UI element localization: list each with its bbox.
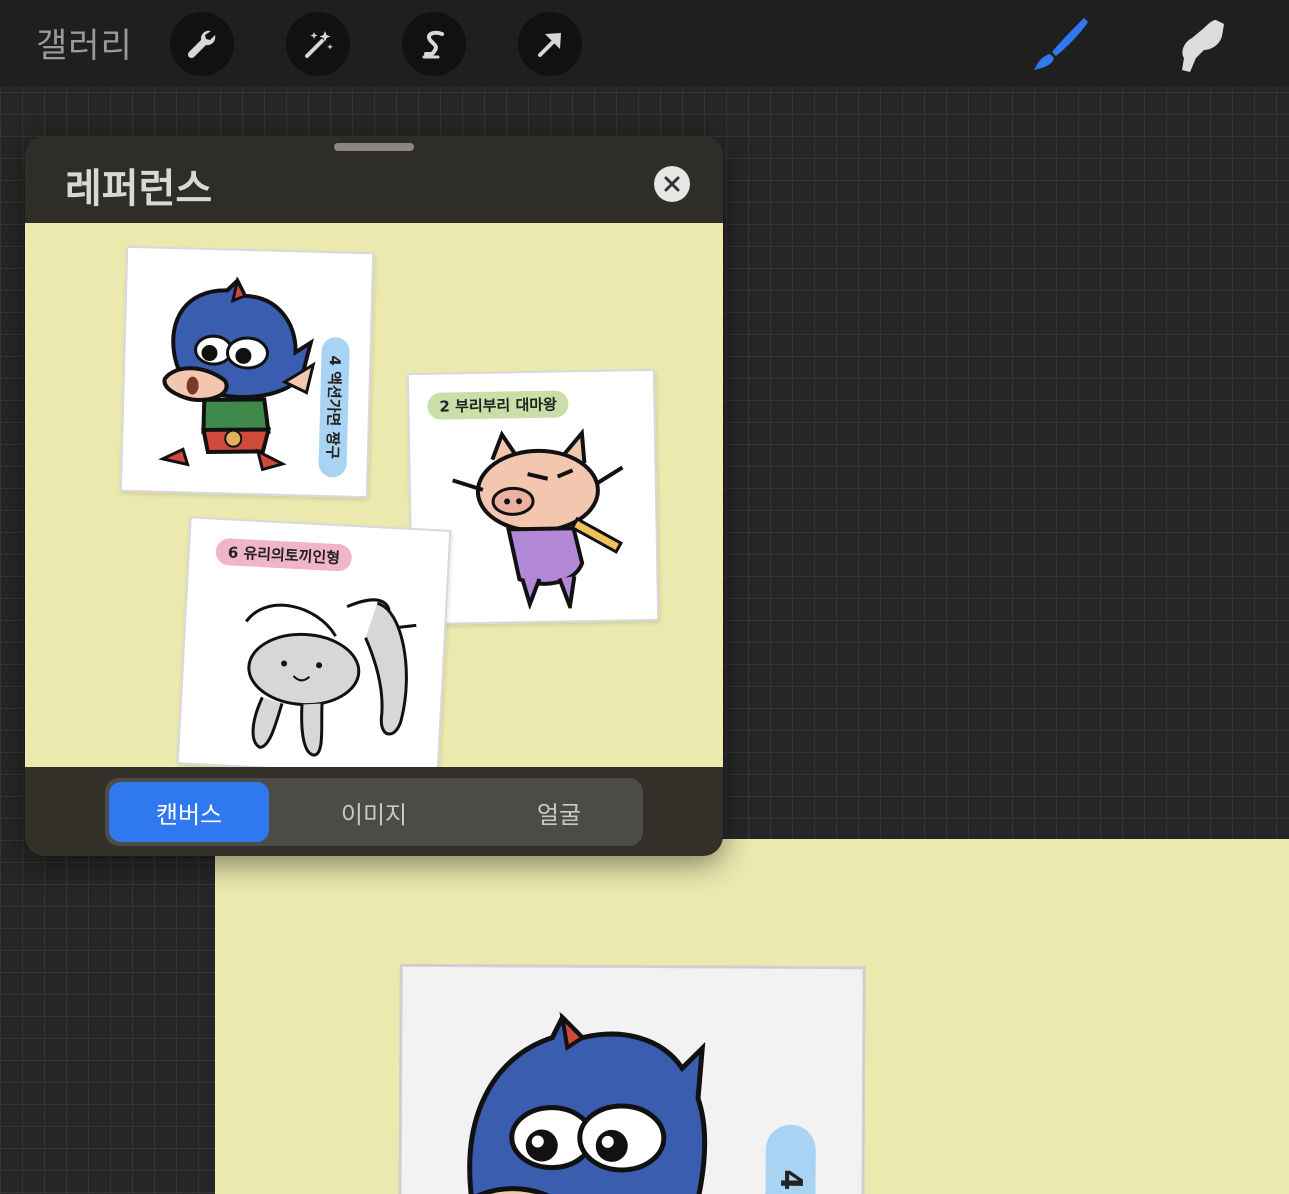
transform-arrow-icon [538, 33, 561, 57]
brush-tool-button[interactable] [1028, 12, 1092, 76]
gallery-button[interactable]: 갤러리 [36, 18, 133, 67]
tab-image[interactable]: 이미지 [294, 782, 454, 842]
buriburi-pig-illustration [452, 428, 624, 611]
card-label-3: 6 유리의토끼인형 [227, 543, 341, 568]
magic-wand-icon [305, 31, 333, 58]
reference-panel: 레퍼런스 4 액션가면 짱구 2 부리부리 대마왕 6 유리의토끼인형 캔버스 … [25, 136, 723, 856]
canvas-sticker-card: 4 [398, 963, 866, 1194]
smudge-tool-button[interactable] [1168, 12, 1232, 76]
canvas-document[interactable]: 4 [215, 839, 1289, 1194]
adjustments-button[interactable] [286, 12, 350, 76]
transform-button[interactable] [518, 12, 582, 76]
tab-face[interactable]: 얼굴 [479, 782, 639, 842]
card-label-1: 4 액션가면 짱구 [323, 355, 344, 460]
card-tag-3: 6 유리의토끼인형 [215, 537, 353, 572]
top-toolbar: 갤러리 [0, 0, 1289, 87]
drag-handle[interactable] [334, 143, 414, 151]
tab-canvas[interactable]: 캔버스 [109, 782, 269, 842]
wrench-icon [187, 30, 216, 59]
sticker-card-action-mask: 4 액션가면 짱구 [119, 245, 375, 499]
reference-panel-header: 레퍼런스 [25, 136, 723, 223]
smudge-icon [1182, 20, 1224, 72]
card-tag-1: 4 액션가면 짱구 [318, 336, 350, 478]
sticker-card-rabbit: 6 유리의토끼인형 [176, 516, 452, 767]
panel-title: 레퍼런스 [65, 166, 213, 212]
close-icon [664, 176, 680, 192]
action-mask-illustration [158, 276, 316, 472]
actions-button[interactable] [170, 12, 234, 76]
brush-icon [1034, 18, 1088, 70]
reference-source-tabs: 캔버스 이미지 얼굴 [105, 778, 643, 846]
canvas-card-label: 4 [773, 1169, 809, 1191]
card-tag-2: 2 부리부리 대마왕 [427, 390, 570, 420]
selection-button[interactable] [402, 12, 466, 76]
rabbit-doll-illustration [245, 598, 417, 757]
reference-image[interactable]: 4 액션가면 짱구 2 부리부리 대마왕 6 유리의토끼인형 [25, 223, 723, 767]
close-button[interactable] [654, 166, 690, 202]
selection-s-icon [422, 30, 444, 59]
card-label-2: 2 부리부리 대마왕 [439, 395, 558, 416]
canvas-card-tag: 4 [765, 1124, 816, 1194]
